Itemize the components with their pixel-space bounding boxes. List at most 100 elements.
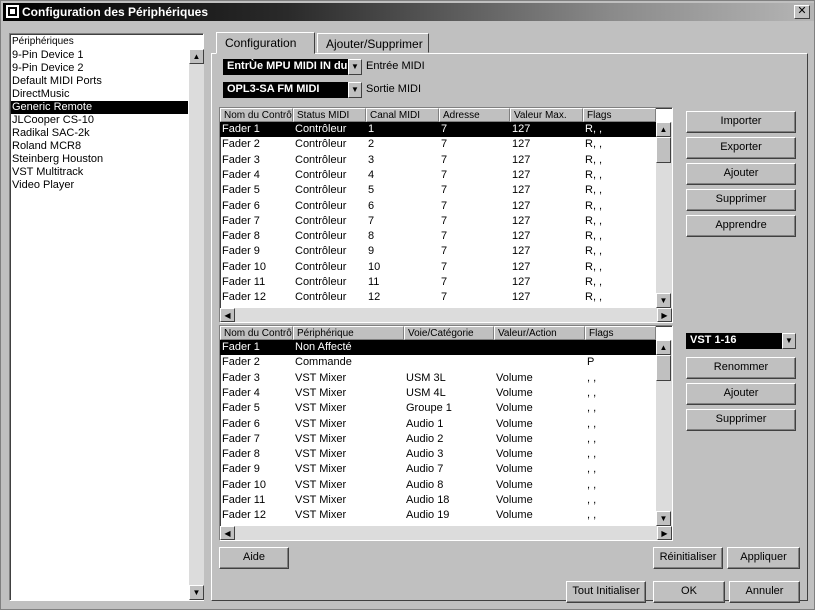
- table-row[interactable]: Fader 4 VST Mixer USM 4L Volume , ,: [220, 386, 656, 401]
- column-header[interactable]: Valeur Max.: [510, 108, 583, 122]
- add-assignment-button[interactable]: Ajouter: [686, 383, 796, 405]
- column-header[interactable]: Canal MIDI: [366, 108, 439, 122]
- table-row[interactable]: Fader 6 Contrôleur 6 7 127 R, ,: [220, 199, 656, 214]
- tab-ajouter-supprimer[interactable]: Ajouter/Supprimer: [317, 33, 429, 53]
- column-header[interactable]: Adresse: [439, 108, 510, 122]
- add-button[interactable]: Ajouter: [686, 163, 796, 185]
- bank-select-value: VST 1-16: [690, 334, 737, 346]
- rename-button[interactable]: Renommer: [686, 357, 796, 379]
- table-row[interactable]: Fader 3 VST Mixer USM 3L Volume , ,: [220, 371, 656, 386]
- column-header[interactable]: Flags: [583, 108, 656, 122]
- device-list-item[interactable]: Video Player: [11, 179, 188, 192]
- scroll-thumb[interactable]: [656, 355, 671, 381]
- export-button[interactable]: Exporter: [686, 137, 796, 159]
- bank-select[interactable]: VST 1-16 ▼: [686, 333, 796, 349]
- table-row[interactable]: Fader 3 Contrôleur 3 7 127 R, ,: [220, 153, 656, 168]
- device-list-item[interactable]: 9-Pin Device 1: [11, 49, 188, 62]
- column-header[interactable]: Voie/Catégorie: [404, 326, 494, 340]
- device-list-item[interactable]: Steinberg Houston: [11, 153, 188, 166]
- table1-hscroll[interactable]: ◀ ▶: [220, 308, 672, 322]
- table-row[interactable]: Fader 10 VST Mixer Audio 8 Volume , ,: [220, 478, 656, 493]
- scroll-down-icon[interactable]: ▼: [656, 293, 671, 308]
- scroll-down-icon[interactable]: ▼: [189, 585, 204, 600]
- table-cell: Volume: [496, 478, 533, 491]
- table-cell: R, ,: [585, 184, 603, 197]
- table-row[interactable]: Fader 7 VST Mixer Audio 2 Volume , ,: [220, 432, 656, 447]
- column-header[interactable]: Flags: [585, 326, 656, 340]
- device-list-item[interactable]: Radikal SAC-2k: [11, 127, 188, 140]
- table-row[interactable]: Fader 11 VST Mixer Audio 18 Volume , ,: [220, 493, 656, 508]
- table-row[interactable]: Fader 5 Contrôleur 5 7 127 R, ,: [220, 183, 656, 198]
- delete-assignment-button[interactable]: Supprimer: [686, 409, 796, 431]
- apply-button[interactable]: Appliquer: [727, 547, 800, 569]
- scroll-up-icon[interactable]: ▲: [656, 122, 671, 137]
- reset-button[interactable]: Réinitialiser: [653, 547, 723, 569]
- chevron-down-icon[interactable]: ▼: [782, 333, 796, 349]
- column-header[interactable]: Valeur/Action: [494, 326, 585, 340]
- chevron-down-icon[interactable]: ▼: [348, 82, 362, 98]
- scroll-down-icon[interactable]: ▼: [656, 511, 671, 526]
- column-header[interactable]: Nom du Contrô: [220, 326, 293, 340]
- table-row[interactable]: Fader 2 Commande P: [220, 355, 656, 370]
- table-row[interactable]: Fader 5 VST Mixer Groupe 1 Volume , ,: [220, 401, 656, 416]
- import-button[interactable]: Importer: [686, 111, 796, 133]
- close-button[interactable]: ✕: [794, 5, 810, 19]
- scroll-left-icon[interactable]: ◀: [220, 308, 235, 322]
- scroll-up-icon[interactable]: ▲: [189, 49, 204, 64]
- table-row[interactable]: Fader 10 Contrôleur 10 7 127 R, ,: [220, 260, 656, 275]
- table-cell: 127: [512, 214, 531, 227]
- device-list-item[interactable]: DirectMusic: [11, 88, 188, 101]
- table-row[interactable]: Fader 7 Contrôleur 7 7 127 R, ,: [220, 214, 656, 229]
- table-row[interactable]: Fader 11 Contrôleur 11 7 127 R, ,: [220, 275, 656, 290]
- table-row[interactable]: Fader 4 Contrôleur 4 7 127 R, ,: [220, 168, 656, 183]
- table-cell: Contrôleur: [295, 214, 347, 227]
- table-row[interactable]: Fader 1 Non Affecté: [220, 340, 656, 355]
- tab-configuration[interactable]: Configuration: [216, 32, 315, 54]
- table-row[interactable]: Fader 9 Contrôleur 9 7 127 R, ,: [220, 244, 656, 259]
- table-row[interactable]: Fader 9 VST Mixer Audio 7 Volume , ,: [220, 462, 656, 477]
- reset-all-button[interactable]: Tout Initialiser: [566, 581, 646, 603]
- chevron-down-icon[interactable]: ▼: [348, 59, 362, 75]
- scroll-up-icon[interactable]: ▲: [656, 340, 671, 355]
- cancel-button[interactable]: Annuler: [729, 581, 800, 603]
- ok-button[interactable]: OK: [653, 581, 725, 603]
- device-list-scrollbar[interactable]: ▲ ▼: [189, 49, 204, 600]
- midi-out-select[interactable]: OPL3-SA FM MIDI ▼: [223, 82, 362, 98]
- device-list-item[interactable]: Generic Remote: [11, 101, 188, 114]
- table-cell: Volume: [496, 386, 533, 399]
- table-row[interactable]: Fader 6 VST Mixer Audio 1 Volume , ,: [220, 417, 656, 432]
- scroll-right-icon[interactable]: ▶: [657, 308, 672, 322]
- table-cell: 7: [441, 260, 448, 273]
- column-header[interactable]: Périphérique: [293, 326, 404, 340]
- table-cell: Fader 8: [222, 448, 260, 461]
- device-list-item[interactable]: JLCooper CS-10: [11, 114, 188, 127]
- scroll-thumb[interactable]: [656, 137, 671, 163]
- column-header[interactable]: Status MIDI: [293, 108, 366, 122]
- table1-vscroll[interactable]: ▲ ▼: [656, 122, 672, 308]
- table-cell: VST Mixer: [295, 371, 347, 384]
- column-header[interactable]: Nom du Contrô: [220, 108, 293, 122]
- table-row[interactable]: Fader 8 VST Mixer Audio 3 Volume , ,: [220, 447, 656, 462]
- device-list-item[interactable]: Roland MCR8: [11, 140, 188, 153]
- learn-button[interactable]: Apprendre: [686, 215, 796, 237]
- table-cell: Fader 1: [222, 123, 260, 135]
- device-list-panel: Périphériques 9-Pin Device 1 9-Pin Device…: [9, 33, 204, 601]
- table-row[interactable]: Fader 1 Contrôleur 1 7 127 R, ,: [220, 122, 656, 137]
- help-button[interactable]: Aide: [219, 547, 289, 569]
- table-row[interactable]: Fader 2 Contrôleur 2 7 127 R, ,: [220, 137, 656, 152]
- scroll-right-icon[interactable]: ▶: [657, 526, 672, 540]
- table-cell: 7: [441, 276, 448, 288]
- delete-button[interactable]: Supprimer: [686, 189, 796, 211]
- table-row[interactable]: Fader 12 Contrôleur 12 7 127 R, ,: [220, 290, 656, 305]
- table-cell: Fader 3: [222, 153, 260, 166]
- midi-in-select[interactable]: EntrÙe MPU MIDI IN du C ▼: [223, 59, 362, 75]
- table-cell: R, ,: [585, 276, 603, 288]
- device-list-item[interactable]: 9-Pin Device 2: [11, 62, 188, 75]
- table-row[interactable]: Fader 8 Contrôleur 8 7 127 R, ,: [220, 229, 656, 244]
- device-list-item[interactable]: VST Multitrack: [11, 166, 188, 179]
- table-row[interactable]: Fader 12 VST Mixer Audio 19 Volume , ,: [220, 508, 656, 523]
- device-list-item[interactable]: Default MIDI Ports: [11, 75, 188, 88]
- table2-vscroll[interactable]: ▲ ▼: [656, 340, 672, 526]
- scroll-left-icon[interactable]: ◀: [220, 526, 235, 540]
- table2-hscroll[interactable]: ◀ ▶: [220, 526, 672, 540]
